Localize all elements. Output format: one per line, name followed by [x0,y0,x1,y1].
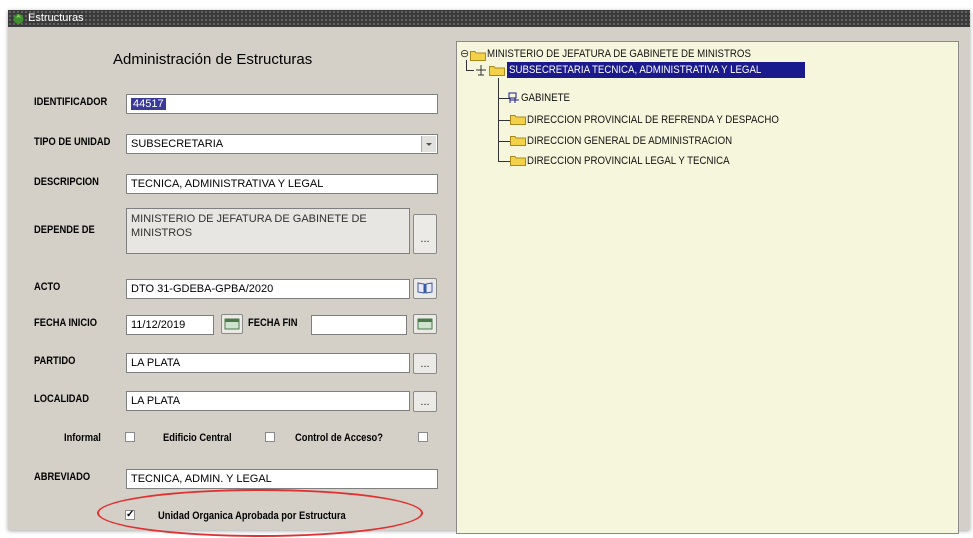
fecha-fin-label: FECHA FIN [248,317,298,329]
tree-connector [498,161,510,162]
acto-field[interactable]: DTO 31-GDEBA-GPBA/2020 [126,279,410,299]
calendar-icon[interactable] [221,314,243,334]
partido-button[interactable]: ... [413,353,437,374]
tree-connector [466,60,467,70]
depende-de-button[interactable]: ... [413,214,437,254]
identificador-value: 44517 [131,98,166,110]
tipo-unidad-label: TIPO DE UNIDAD [34,136,111,148]
partido-label: PARTIDO [34,355,76,367]
depende-de-field: MINISTERIO DE JEFATURA DE GABINETE DE MI… [126,208,410,254]
tree-connector [498,120,510,121]
partido-value: LA PLATA [131,357,181,369]
partido-field[interactable]: LA PLATA [126,353,410,373]
folder-icon [470,51,486,61]
abreviado-label: ABREVIADO [34,471,91,483]
chevron-down-icon[interactable] [421,136,436,152]
folder-icon [510,136,526,146]
fecha-fin-field[interactable] [311,315,407,335]
descripcion-field[interactable]: TECNICA, ADMINISTRATIVA Y LEGAL [126,174,438,194]
tree-node-child[interactable]: DIRECCION PROVINCIAL LEGAL Y TECNICA [527,155,730,167]
unidad-organica-label: Unidad Organica Aprobada por Estructura [158,510,346,522]
control-acceso-checkbox[interactable] [418,432,428,442]
estructuras-window: Estructuras Administración de Estructura… [8,10,970,534]
tree-connector [466,70,474,71]
descripcion-label: DESCRIPCION [34,176,99,188]
tree-node-selected[interactable]: SUBSECRETARIA TECNICA, ADMINISTRATIVA Y … [507,62,805,78]
form-title: Administración de Estructuras [113,51,313,68]
control-acceso-label: Control de Acceso? [295,432,383,444]
descripcion-value: TECNICA, ADMINISTRATIVA Y LEGAL [131,178,324,190]
depende-de-value: MINISTERIO DE JEFATURA DE GABINETE DE MI… [131,213,367,239]
informal-checkbox[interactable] [125,432,135,442]
unidad-organica-checkbox[interactable]: ✓ [125,510,135,520]
tipo-unidad-select[interactable]: SUBSECRETARIA [126,134,438,154]
informal-label: Informal [64,432,101,444]
tree-connector [498,141,510,142]
tree-node-child[interactable]: GABINETE [521,92,570,104]
fecha-inicio-value: 11/12/2019 [131,319,186,331]
identificador-label: IDENTIFICADOR [34,96,108,108]
tree-node-selected-label: SUBSECRETARIA TECNICA, ADMINISTRATIVA Y … [509,64,762,76]
collapse-icon[interactable]: ⊖ [460,49,469,60]
structure-tree[interactable]: ⊖ MINISTERIO DE JEFATURA DE GABINETE DE … [456,41,959,534]
tree-node-child[interactable]: DIRECCION PROVINCIAL DE REFRENDA Y DESPA… [527,114,779,126]
node-icon [508,92,519,103]
tree-node-child[interactable]: DIRECCION GENERAL DE ADMINISTRACION [527,135,732,147]
localidad-label: LOCALIDAD [34,393,90,405]
tipo-unidad-value: SUBSECRETARIA [131,138,224,150]
fecha-inicio-field[interactable]: 11/12/2019 [126,315,214,335]
book-icon[interactable] [413,278,437,299]
abreviado-value: TECNICA, ADMIN. Y LEGAL [131,473,272,485]
node-icon [476,65,486,76]
folder-icon [510,156,526,166]
localidad-value: LA PLATA [131,395,181,407]
localidad-field[interactable]: LA PLATA [126,391,410,411]
window-title: Estructuras [28,12,84,24]
edificio-central-checkbox[interactable] [265,432,275,442]
folder-icon [489,66,505,76]
localidad-button[interactable]: ... [413,391,437,412]
depende-de-label: DEPENDE DE [34,224,95,236]
title-bar[interactable]: Estructuras [8,10,970,27]
acto-value: DTO 31-GDEBA-GPBA/2020 [131,283,274,295]
folder-icon [510,115,526,125]
abreviado-field[interactable]: TECNICA, ADMIN. Y LEGAL [126,469,438,489]
calendar-icon[interactable] [413,314,437,334]
identificador-field[interactable]: 44517 [126,94,438,114]
edificio-central-label: Edificio Central [163,432,232,444]
acto-label: ACTO [34,281,61,293]
app-icon [13,14,24,24]
tree-node-root[interactable]: MINISTERIO DE JEFATURA DE GABINETE DE MI… [487,48,751,60]
fecha-inicio-label: FECHA INICIO [34,317,98,329]
